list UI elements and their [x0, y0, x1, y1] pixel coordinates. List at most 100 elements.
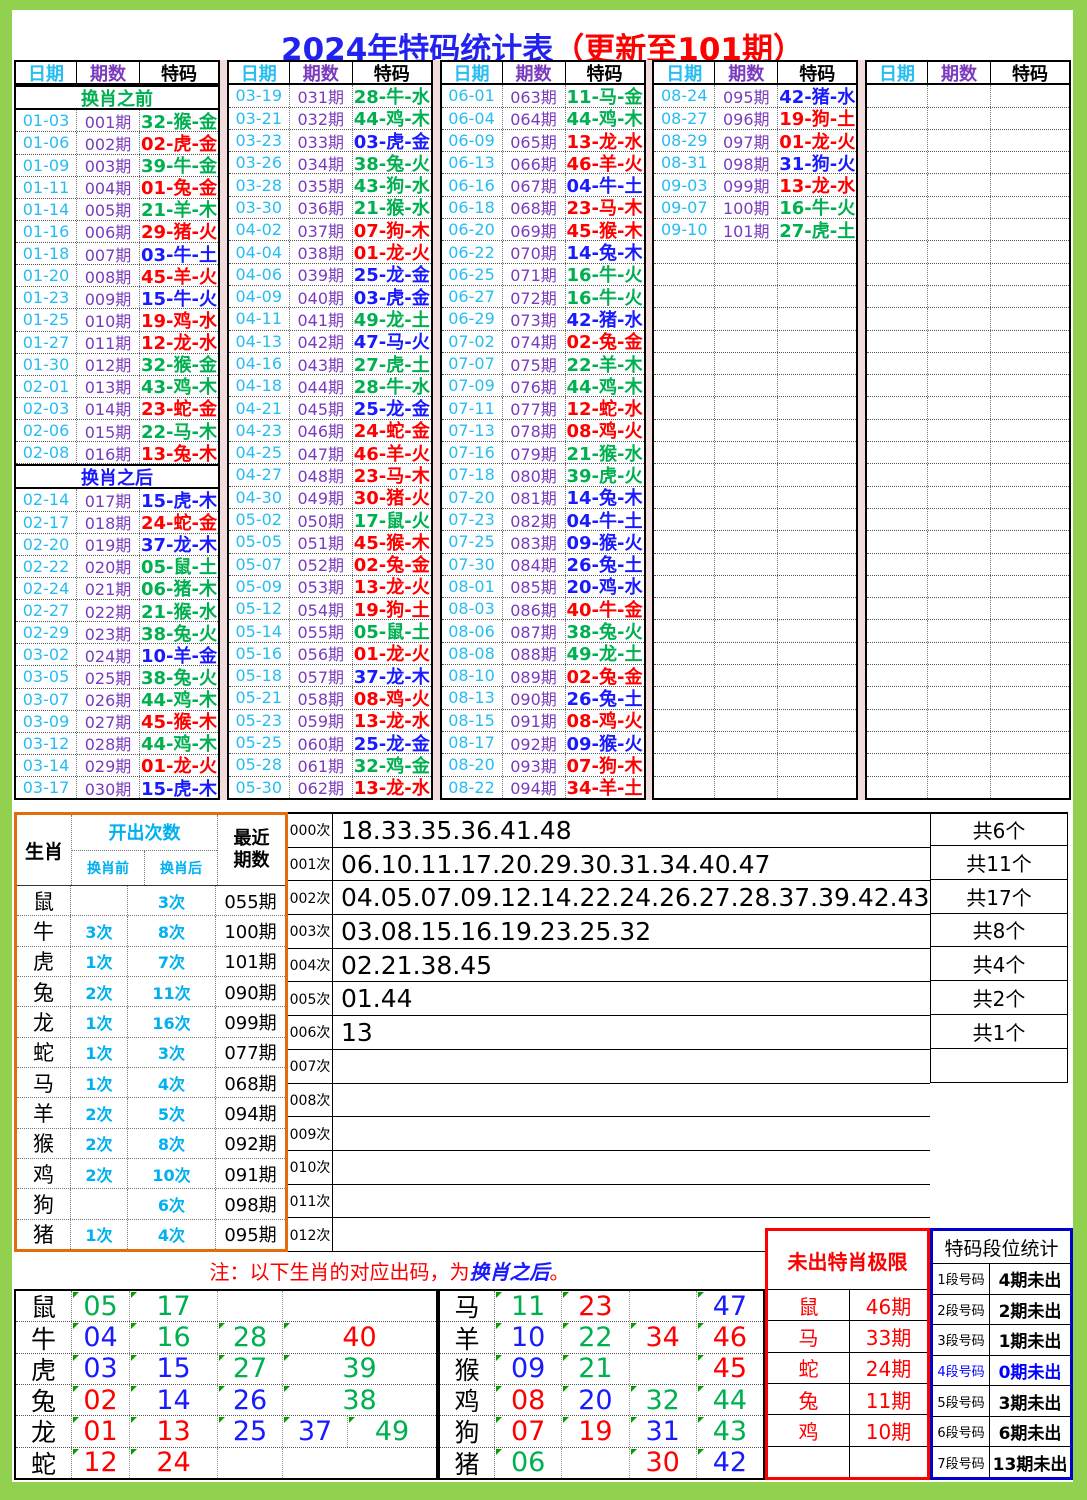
date-cell: 05-02 — [229, 509, 290, 530]
segment-row: 2段号码2期未出 — [933, 1294, 1070, 1325]
count-numbers — [333, 1084, 930, 1117]
special-code-cell: 08-鸡-火 — [566, 420, 644, 441]
mapping-row: 猪063042 — [440, 1448, 763, 1478]
note-row: 注：以下生肖的对应出码，为换肖之后。 — [14, 1253, 765, 1287]
period-cell: 075期 — [503, 353, 566, 374]
mapping-number: 02 — [72, 1385, 130, 1415]
special-code-cell: 21-猴-水 — [566, 442, 644, 463]
special-code-cell: 44-鸡-木 — [140, 689, 218, 710]
empty-row — [654, 353, 856, 375]
result-row: 07-02074期02-兔-金 — [442, 331, 644, 353]
special-code-cell: 44-鸡-木 — [140, 733, 218, 754]
date-cell: 09-03 — [654, 174, 715, 195]
mapping-number — [283, 1448, 436, 1478]
special-code-cell: 19-鸡-水 — [140, 309, 218, 330]
results-block-5: 日期期数特码 — [865, 60, 1071, 800]
result-row: 08-17092期09-猴-火 — [442, 732, 644, 754]
mapping-number: 37 — [283, 1416, 348, 1446]
special-code-cell — [991, 219, 1069, 240]
header-special: 特码 — [778, 62, 856, 83]
segment-row: 3段号码1期未出 — [933, 1324, 1070, 1355]
period-cell: 018期 — [77, 512, 140, 533]
period-cell: 097期 — [715, 130, 778, 151]
date-cell: 08-31 — [654, 152, 715, 173]
period-cell: 015期 — [77, 420, 140, 441]
special-code-cell: 13-龙-火 — [353, 576, 431, 597]
special-code-cell — [778, 531, 856, 552]
date-cell: 06-27 — [442, 286, 503, 307]
special-code-cell: 32-猴-金 — [140, 110, 218, 131]
date-cell — [867, 576, 928, 597]
count-total: 共8个 — [930, 914, 1068, 948]
date-cell — [654, 576, 715, 597]
segment-label: 6段号码 — [933, 1417, 990, 1447]
count-total: 共2个 — [930, 981, 1068, 1015]
special-code-cell: 03-虎-金 — [353, 286, 431, 307]
special-code-cell: 31-狗-火 — [778, 152, 856, 173]
special-code-cell — [991, 554, 1069, 575]
mapping-zodiac: 虎 — [16, 1354, 72, 1384]
count-total: 共11个 — [930, 846, 1068, 880]
zodiac-stats-row: 虎1次7次101期 — [17, 947, 285, 977]
special-code-cell — [778, 353, 856, 374]
period-cell — [928, 576, 991, 597]
results-grid: 日期期数特码换肖之前01-03001期32-猴-金01-06002期02-虎-金… — [14, 60, 1071, 800]
count-label: 007次 — [288, 1050, 333, 1083]
mapping-zodiac: 蛇 — [16, 1448, 72, 1478]
count-label: 008次 — [288, 1084, 333, 1117]
result-row: 03-17030期15-虎-木 — [16, 777, 218, 798]
period-cell: 034期 — [290, 152, 353, 173]
special-code-cell — [991, 152, 1069, 173]
period-cell: 026期 — [77, 689, 140, 710]
mapping-table-left: 鼠0517牛04162840虎03152739兔02142638龙0113253… — [14, 1289, 438, 1480]
date-cell — [654, 598, 715, 619]
date-cell: 03-23 — [229, 130, 290, 151]
mapping-number: 24 — [130, 1448, 218, 1478]
special-code-cell — [778, 397, 856, 418]
empty-row — [867, 375, 1069, 397]
empty-row — [867, 687, 1069, 709]
period-cell — [928, 754, 991, 775]
count-before — [71, 886, 128, 915]
date-cell: 06-09 — [442, 130, 503, 151]
period-cell — [928, 152, 991, 173]
mapping-row: 牛04162840 — [16, 1322, 436, 1353]
date-cell: 05-12 — [229, 598, 290, 619]
date-cell: 03-28 — [229, 174, 290, 195]
empty-row — [867, 598, 1069, 620]
period-cell — [715, 665, 778, 686]
special-code-cell: 43-狗-水 — [353, 174, 431, 195]
date-cell: 04-16 — [229, 353, 290, 374]
date-cell: 04-09 — [229, 286, 290, 307]
recent-period: 094期 — [216, 1098, 285, 1127]
special-code-cell — [778, 576, 856, 597]
count-before: 1次 — [71, 1038, 128, 1067]
count-before — [71, 1189, 128, 1218]
empty-row — [867, 130, 1069, 152]
date-cell: 07-02 — [442, 331, 503, 352]
special-code-cell: 44-鸡-木 — [353, 108, 431, 129]
mapping-number: 07 — [495, 1416, 562, 1446]
count-total — [930, 1117, 1068, 1151]
mapping-number: 28 — [218, 1322, 283, 1352]
period-cell — [928, 174, 991, 195]
zodiac-stats-table: 生肖开出次数换肖前换肖后最近期数鼠3次055期牛3次8次100期虎1次7次101… — [14, 812, 288, 1252]
date-cell: 07-18 — [442, 464, 503, 485]
empty-row — [867, 777, 1069, 798]
result-row: 04-02037期07-狗-木 — [229, 219, 431, 241]
result-row: 08-29097期01-龙-火 — [654, 130, 856, 152]
period-cell — [928, 487, 991, 508]
count-total — [930, 1184, 1068, 1218]
date-cell: 01-18 — [16, 243, 77, 264]
special-code-cell: 44-鸡-木 — [566, 375, 644, 396]
result-row: 08-20093期07-狗-木 — [442, 754, 644, 776]
special-code-cell — [991, 576, 1069, 597]
empty-row — [867, 509, 1069, 531]
period-cell: 061期 — [290, 754, 353, 775]
date-cell: 06-22 — [442, 241, 503, 262]
special-code-cell: 14-兔-木 — [566, 487, 644, 508]
period-cell — [928, 777, 991, 798]
period-cell: 052期 — [290, 554, 353, 575]
period-cell: 045期 — [290, 397, 353, 418]
date-cell — [654, 732, 715, 753]
